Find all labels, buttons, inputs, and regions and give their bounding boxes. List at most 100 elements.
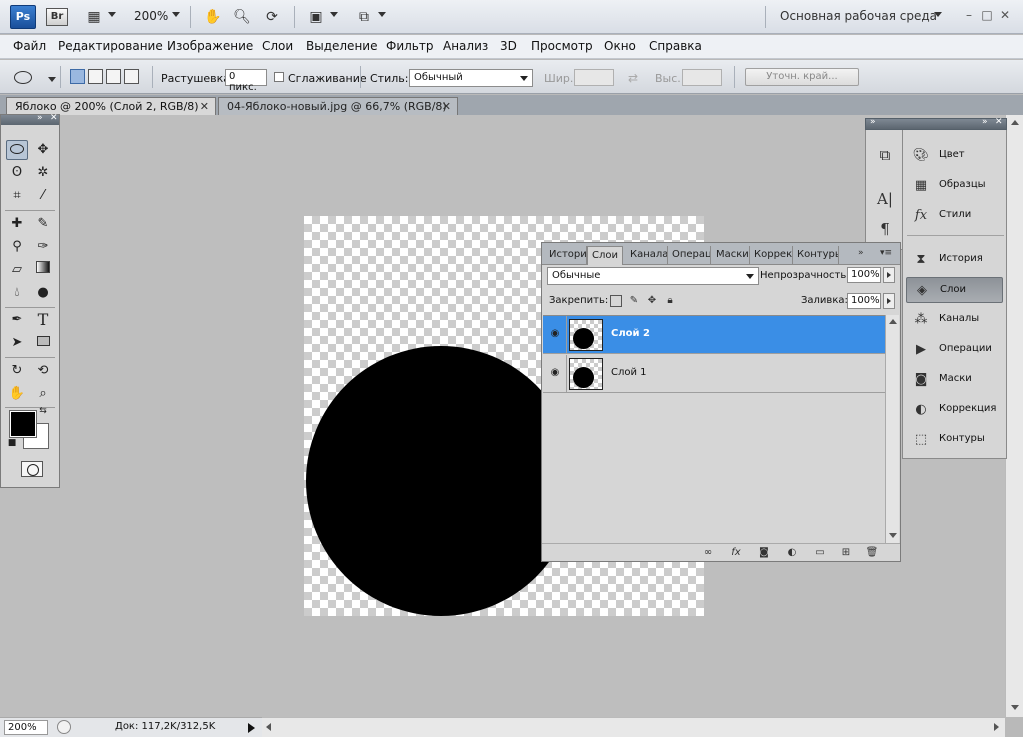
dock-item-history[interactable]: ⧗ История [906, 247, 1003, 273]
new-group-icon[interactable]: ▭ [812, 546, 828, 560]
lock-all-icon[interactable]: 🔒︎ [664, 295, 676, 307]
panel-menu-icon[interactable]: ▾≡ [880, 248, 892, 258]
blend-mode-select[interactable]: Обычные [547, 267, 759, 285]
hand-tool[interactable]: ✋ [6, 384, 28, 404]
screen-mode-icon[interactable]: ⧉ [354, 8, 374, 26]
chevron-down-icon[interactable] [378, 12, 386, 17]
menu-file[interactable]: Файл [13, 39, 46, 53]
menu-help[interactable]: Справка [649, 39, 702, 53]
rectangle-tool[interactable] [32, 333, 54, 353]
dock-item-paths[interactable]: ⬚ Контуры [906, 427, 1003, 453]
antialias-checkbox[interactable] [274, 72, 284, 82]
new-layer-icon[interactable]: ⊞ [838, 546, 854, 560]
fill-slider-button[interactable] [883, 293, 895, 309]
eye-icon[interactable]: ◉ [547, 326, 563, 342]
screen-mode-icon[interactable]: ▦ [84, 8, 104, 26]
scroll-down-icon[interactable] [1011, 705, 1019, 710]
menu-view[interactable]: Просмотр [531, 39, 593, 53]
lock-pixels-icon[interactable]: ✎ [628, 295, 640, 307]
tab-adjustments[interactable]: Коррек [750, 246, 793, 265]
expand-icon[interactable]: » [870, 117, 876, 127]
close-icon[interactable]: ✕ [998, 8, 1012, 22]
rotate-view-icon[interactable]: ⟳ [262, 8, 282, 26]
intersect-selection-button[interactable] [124, 69, 139, 84]
tab-actions[interactable]: Операц [668, 246, 711, 265]
chevron-down-icon[interactable] [330, 12, 338, 17]
brush-tool[interactable]: ✎ [32, 214, 54, 234]
fill-input[interactable]: 100% [847, 293, 881, 309]
maximize-icon[interactable]: □ [980, 8, 994, 22]
pen-tool[interactable]: ✒ [6, 310, 28, 330]
lock-transparency-icon[interactable] [610, 295, 622, 307]
zoom-level-select[interactable]: 200% [134, 9, 168, 23]
collapse-icon[interactable]: » [37, 113, 43, 123]
style-select[interactable]: Обычный [409, 69, 533, 87]
close-icon[interactable]: ✕ [442, 100, 451, 113]
eyedropper-tool[interactable]: ⁄ [32, 186, 54, 206]
scroll-left-icon[interactable] [266, 723, 271, 731]
layer-style-icon[interactable]: fx [728, 546, 744, 560]
refine-edge-button[interactable]: Уточн. край... [745, 68, 859, 86]
swap-colors-icon[interactable]: ⇆ [36, 405, 50, 417]
close-icon[interactable]: ✕ [995, 117, 1003, 127]
chevron-down-icon[interactable] [172, 12, 180, 17]
eye-icon[interactable]: ◉ [547, 365, 563, 381]
menu-image[interactable]: Изображение [167, 39, 253, 53]
dock-item-styles[interactable]: fx Стили [906, 203, 1003, 229]
3d-rotate-tool[interactable]: ↻ [6, 361, 28, 381]
close-icon[interactable]: ✕ [50, 113, 58, 123]
collapse-icon[interactable]: » [982, 117, 988, 127]
zoom-tool-icon[interactable]: 🔍︎ [232, 8, 252, 26]
status-options-icon[interactable] [57, 720, 71, 734]
more-tabs-icon[interactable]: » [858, 248, 864, 258]
character-icon[interactable]: A| [874, 188, 896, 210]
delete-layer-icon[interactable]: 🗑︎ [864, 546, 880, 560]
new-selection-button[interactable] [70, 69, 85, 84]
add-mask-icon[interactable]: ◙ [756, 546, 772, 560]
menu-filter[interactable]: Фильтр [386, 39, 433, 53]
dock-item-adjustments[interactable]: ◐ Коррекция [906, 397, 1003, 423]
subtract-from-selection-button[interactable] [106, 69, 121, 84]
add-to-selection-button[interactable] [88, 69, 103, 84]
layer-row[interactable]: ◉ Слой 1 [543, 355, 885, 393]
foreground-color-swatch[interactable] [9, 410, 37, 438]
tool-preset-picker[interactable] [10, 68, 56, 88]
feather-input[interactable]: 0 пикс. [225, 69, 267, 93]
width-input[interactable] [574, 69, 614, 86]
dock-item-color[interactable]: 🎨︎ Цвет [906, 143, 1003, 169]
opacity-input[interactable]: 100% [847, 267, 881, 283]
menu-layers[interactable]: Слои [262, 39, 293, 53]
arrange-documents-icon[interactable]: ▣ [306, 8, 326, 26]
tab-paths[interactable]: Контуры [793, 246, 839, 265]
blur-tool[interactable]: 💧︎ [6, 283, 28, 303]
zoom-tool[interactable]: ⌕ [32, 384, 54, 404]
3d-orbit-tool[interactable]: ⟲ [32, 361, 54, 381]
history-brush-tool[interactable]: ✑ [32, 237, 54, 257]
paragraph-icon[interactable]: ¶ [874, 218, 896, 240]
adjustment-layer-icon[interactable]: ◐ [784, 546, 800, 560]
layer-row[interactable]: ◉ Слой 2 [543, 316, 885, 354]
chevron-down-icon[interactable] [934, 12, 942, 17]
lock-position-icon[interactable]: ✥ [646, 295, 658, 307]
path-selection-tool[interactable]: ➤ [6, 333, 28, 353]
lasso-tool[interactable]: ʘ [6, 163, 28, 183]
tab-masks[interactable]: Маски [712, 246, 750, 265]
bridge-button[interactable]: Br [46, 8, 68, 26]
chevron-down-icon[interactable] [48, 77, 56, 82]
dock-item-layers[interactable]: ◈ Слои [906, 277, 1003, 303]
tab-layers[interactable]: Слои [587, 246, 623, 265]
link-layers-icon[interactable]: ∞ [700, 546, 716, 560]
hand-tool-icon[interactable]: ✋ [203, 8, 223, 26]
height-input[interactable] [682, 69, 722, 86]
swap-dimensions-icon[interactable]: ⇄ [625, 69, 641, 87]
status-zoom-input[interactable]: 200% [4, 720, 48, 735]
dock-item-swatches[interactable]: ▦ Образцы [906, 173, 1003, 199]
eraser-tool[interactable]: ▱ [6, 260, 28, 280]
move-tool[interactable]: ✥ [32, 140, 54, 160]
scroll-up-icon[interactable] [889, 319, 897, 324]
clone-stamp-tool[interactable]: ⚲ [6, 237, 28, 257]
crop-tool[interactable]: ⌗ [6, 186, 28, 206]
status-menu-arrow-icon[interactable] [248, 723, 255, 733]
menu-window[interactable]: Окно [604, 39, 636, 53]
healing-brush-tool[interactable]: ✚ [6, 214, 28, 234]
